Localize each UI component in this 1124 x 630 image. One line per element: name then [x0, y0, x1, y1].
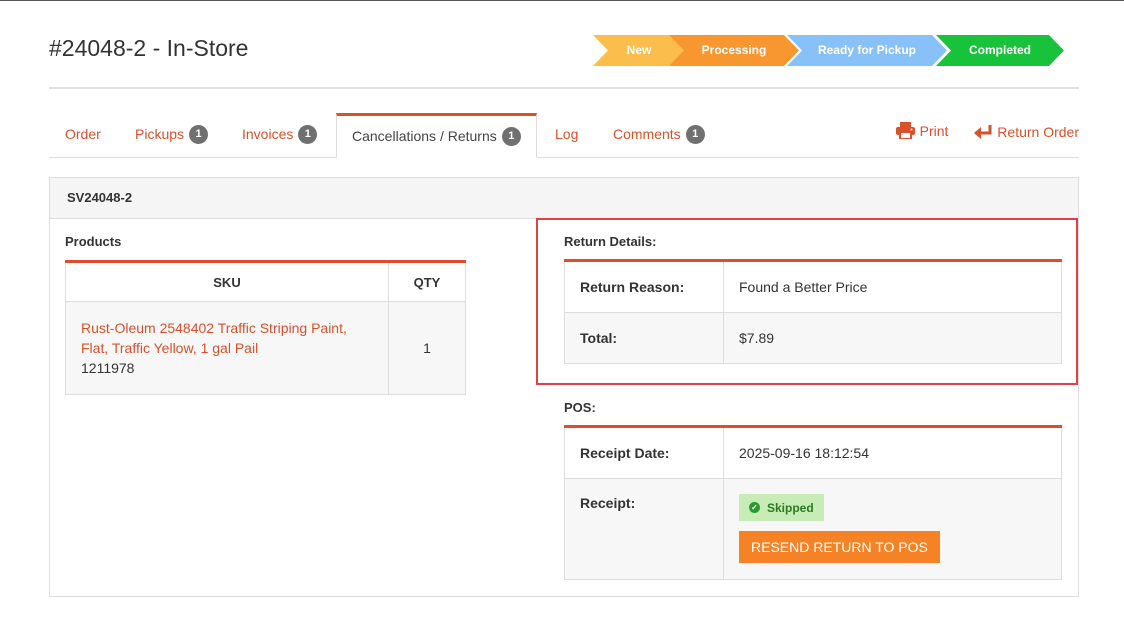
tab-comments-label: Comments: [613, 126, 681, 142]
products-heading: Products: [65, 234, 122, 249]
tab-log-label: Log: [555, 126, 579, 142]
title-divider: [49, 87, 1079, 89]
tab-order-label: Order: [65, 126, 101, 142]
tab-comments-badge: 1: [685, 124, 705, 144]
product-qty: 1: [388, 301, 466, 395]
page-title: #24048-2 - In-Store: [49, 35, 249, 61]
tab-pickups[interactable]: Pickups 1: [135, 113, 209, 156]
top-border: [0, 0, 1124, 1]
step-new: New: [593, 35, 685, 66]
receipt-cell: ✓ Skipped RESEND RETURN TO POS: [723, 478, 1062, 580]
highlight-box: [536, 218, 1078, 385]
resend-return-to-pos-button[interactable]: RESEND RETURN TO POS: [739, 531, 940, 563]
return-order-label: Return Order: [997, 124, 1079, 140]
pos-heading: POS:: [564, 400, 596, 415]
product-link[interactable]: Rust-Oleum 2548402 Traffic Striping Pain…: [81, 320, 347, 356]
qty-column-header: QTY: [388, 261, 466, 302]
product-cell: Rust-Oleum 2548402 Traffic Striping Pain…: [65, 301, 389, 395]
tab-cancellations-returns[interactable]: Cancellations / Returns 1: [336, 113, 537, 158]
step-processing: Processing: [669, 35, 799, 66]
table-row: Rust-Oleum 2548402 Traffic Striping Pain…: [65, 301, 466, 395]
pos-table: Receipt Date: 2025-09-16 18:12:54 Receip…: [564, 425, 1062, 580]
receipt-label: Receipt:: [564, 478, 724, 580]
sku-column-header: SKU: [65, 261, 389, 302]
tab-order[interactable]: Order: [65, 113, 101, 156]
tab-cancellations-label: Cancellations / Returns: [352, 128, 497, 144]
receipt-date-value: 2025-09-16 18:12:54: [723, 426, 1062, 479]
table-row: Receipt Date: 2025-09-16 18:12:54: [564, 426, 1062, 479]
status-badge-label: Skipped: [767, 500, 814, 515]
product-sku: 1211978: [81, 360, 135, 376]
tab-cancellations-badge: 1: [501, 126, 521, 146]
step-completed: Completed: [936, 35, 1064, 66]
tab-pickups-badge: 1: [189, 124, 209, 144]
check-circle-icon: ✓: [749, 502, 760, 513]
status-badge: ✓ Skipped: [739, 494, 824, 521]
panel-header: SV24048-2: [50, 178, 1078, 219]
tab-invoices-label: Invoices: [242, 126, 294, 142]
receipt-date-label: Receipt Date:: [564, 426, 724, 479]
table-row: Receipt: ✓ Skipped RESEND RETURN TO POS: [564, 478, 1062, 580]
tab-log[interactable]: Log: [555, 113, 578, 156]
return-order-button[interactable]: Return Order: [974, 124, 1079, 140]
print-button[interactable]: Print: [895, 122, 949, 139]
tab-pickups-label: Pickups: [135, 126, 185, 142]
order-actions: Print Return Order: [874, 122, 1079, 142]
products-table: SKU QTY Rust-Oleum 2548402 Traffic Strip…: [65, 260, 466, 395]
return-arrow-icon: [974, 125, 992, 139]
print-label: Print: [919, 122, 949, 139]
tab-comments[interactable]: Comments 1: [613, 113, 705, 156]
step-ready-for-pickup: Ready for Pickup: [787, 35, 947, 66]
tab-invoices[interactable]: Invoices 1: [242, 113, 318, 156]
tab-invoices-badge: 1: [298, 124, 318, 144]
printer-icon: [895, 122, 915, 139]
